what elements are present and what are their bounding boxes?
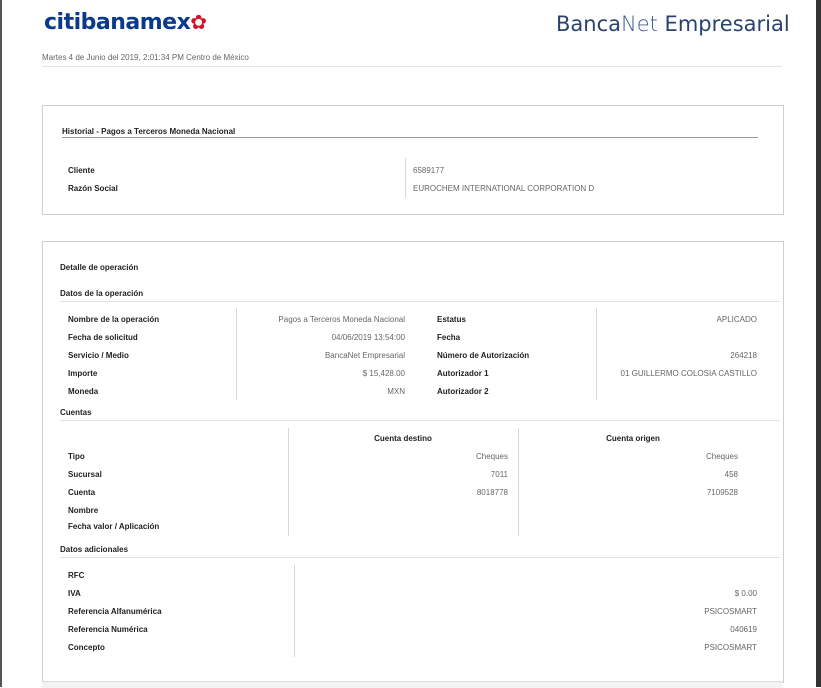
cuentas-row-destino: Cheques xyxy=(475,452,508,461)
operacion-divider-2 xyxy=(596,308,597,400)
adicionales-value: $ 0.00 xyxy=(734,589,757,598)
operacion-right-value: 264218 xyxy=(730,351,757,360)
brand-part-c: Empresarial xyxy=(657,12,790,36)
header-divider xyxy=(42,66,782,67)
operacion-right-label: Autorizador 2 xyxy=(437,387,489,396)
historial-section: Historial - Pagos a Terceros Moneda Naci… xyxy=(42,105,784,215)
adicionales-value: PSICOSMART xyxy=(704,643,757,652)
adicionales-value: 040619 xyxy=(730,625,757,634)
cuentas-row-origen: 7109528 xyxy=(706,488,738,497)
razon-social-label: Razón Social xyxy=(68,184,118,193)
operacion-left-label: Nombre de la operación xyxy=(68,315,160,324)
operacion-left-label: Moneda xyxy=(68,387,99,396)
cliente-label: Cliente xyxy=(68,166,95,175)
operacion-right-label: Fecha xyxy=(437,333,461,342)
operacion-right-value: 01 GUILLERMO COLOSIA CASTILLO xyxy=(620,369,758,378)
cuentas-row-origen: 458 xyxy=(724,470,738,479)
document-page: citibanamex✿ BancaNet Empresarial Martes… xyxy=(2,0,816,688)
adicionales-label: IVA xyxy=(68,589,81,598)
operacion-divider-1 xyxy=(236,308,237,400)
datos-operacion-rule xyxy=(60,301,780,302)
cuentas-row-label: Tipo xyxy=(68,452,85,461)
historial-title-rule xyxy=(62,137,758,138)
operacion-left-value: $ 15,428.00 xyxy=(362,369,405,378)
razon-social-value: EUROCHEM INTERNATIONAL CORPORATION D xyxy=(413,184,595,193)
cuentas-divider-1 xyxy=(288,428,289,536)
report-datetime: Martes 4 de Junio del 2019, 2:01:34 PM C… xyxy=(42,53,249,62)
operacion-right-label: Autorizador 1 xyxy=(437,369,489,378)
operacion-left-value: Pagos a Terceros Moneda Nacional xyxy=(278,315,405,324)
adicionales-label: Concepto xyxy=(68,643,105,652)
operacion-right-label: Número de Autorización xyxy=(437,351,530,360)
cuentas-row-label: Sucursal xyxy=(68,470,102,479)
adicionales-label: RFC xyxy=(68,571,85,580)
viewer-scrollbar[interactable] xyxy=(816,0,821,687)
adicionales-label: Referencia Alfanumérica xyxy=(68,607,162,616)
datos-adicionales-title: Datos adicionales xyxy=(60,545,129,554)
operacion-left-value: BancaNet Empresarial xyxy=(324,351,405,360)
brand-part-a: Banca xyxy=(556,12,621,36)
cuenta-destino-header: Cuenta destino xyxy=(374,434,432,443)
cliente-value: 6589177 xyxy=(413,166,445,175)
detalle-title: Detalle de operación xyxy=(60,263,139,272)
flower-logo-icon: ✿ xyxy=(190,10,207,34)
brand-part-b: Net xyxy=(621,12,658,36)
operacion-left-value: MXN xyxy=(387,387,405,396)
operacion-right-label: Estatus xyxy=(437,315,466,324)
adicionales-label: Referencia Numérica xyxy=(68,625,148,634)
datos-adicionales-rule xyxy=(60,557,780,558)
cuentas-row-label: Fecha valor / Aplicación xyxy=(68,522,160,531)
cuentas-row-label: Nombre xyxy=(68,506,99,515)
logo-text: citibanamex xyxy=(44,10,191,35)
cuenta-origen-header: Cuenta origen xyxy=(606,434,660,443)
operacion-left-label: Importe xyxy=(68,369,98,378)
cuentas-title: Cuentas xyxy=(60,408,92,417)
cuentas-rule xyxy=(60,420,780,421)
adicionales-divider xyxy=(294,565,295,657)
cuentas-divider-2 xyxy=(518,428,519,536)
cuentas-row-destino: 7011 xyxy=(490,470,508,479)
cuentas-row-destino: 8018778 xyxy=(476,488,508,497)
citibanamex-logo: citibanamex✿ xyxy=(44,10,207,35)
detalle-section: Detalle de operación Datos de la operaci… xyxy=(42,241,784,683)
operacion-left-label: Fecha de solicitud xyxy=(68,333,138,342)
historial-title: Historial - Pagos a Terceros Moneda Naci… xyxy=(62,127,236,136)
historial-divider xyxy=(405,158,406,198)
operacion-left-value: 04/06/2019 13:54:00 xyxy=(331,333,405,342)
datos-operacion-title: Datos de la operación xyxy=(60,289,144,298)
cuentas-row-label: Cuenta xyxy=(68,488,96,497)
operacion-right-value: APLICADO xyxy=(716,315,757,324)
cuentas-row-origen: Cheques xyxy=(705,452,738,461)
bancanet-brand: BancaNet Empresarial xyxy=(556,12,790,36)
operacion-left-label: Servicio / Medio xyxy=(68,351,129,360)
adicionales-value: PSICOSMART xyxy=(704,607,757,616)
